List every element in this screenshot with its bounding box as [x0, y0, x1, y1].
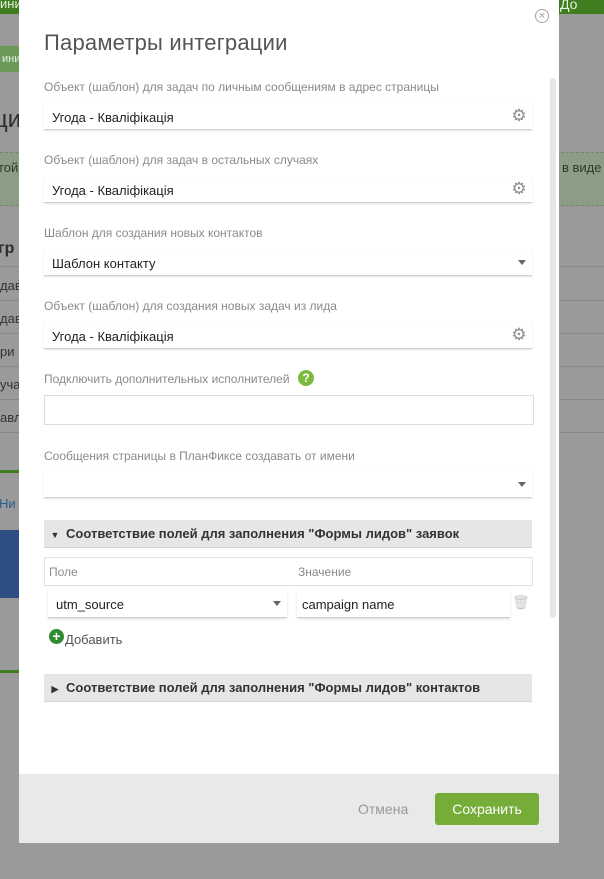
lead-tasks-template-label: Объект (шаблон) для создания новых задач… — [44, 299, 337, 313]
background-row-divider — [0, 399, 20, 400]
background-row-divider — [560, 300, 604, 301]
chevron-down-icon[interactable] — [518, 482, 526, 487]
add-mapping-button[interactable]: Добавить — [65, 632, 122, 647]
background-row-divider — [560, 266, 604, 267]
new-contacts-template-value: Шаблон контакту — [52, 256, 156, 271]
background-link: Ни — [0, 496, 16, 511]
background-heading: ци — [0, 106, 22, 133]
extra-executors-label: Подключить дополнительных исполнителей — [44, 372, 290, 386]
background-band-left-text: той — [0, 160, 19, 175]
save-button[interactable]: Сохранить — [435, 793, 539, 825]
triangle-down-icon: ▼ — [50, 530, 60, 540]
gear-icon[interactable]: ⚙ — [510, 107, 528, 125]
extra-executors-input[interactable] — [44, 395, 534, 425]
other-cases-template-label: Объект (шаблон) для задач в остальных сл… — [44, 153, 319, 167]
help-icon[interactable]: ? — [298, 370, 314, 386]
background-row-divider — [560, 399, 604, 400]
column-header-field: Поле — [49, 565, 78, 579]
background-row-divider — [560, 333, 604, 334]
close-icon[interactable]: × — [535, 9, 549, 23]
background-row-divider — [0, 432, 20, 433]
dialog-scrollbar[interactable] — [550, 78, 556, 618]
tasks-mapping-section-title: Соответствие полей для заполнения "Формы… — [66, 526, 460, 541]
trash-icon[interactable]: 🗑 — [512, 594, 530, 610]
background-green-divider — [0, 470, 20, 473]
background-green-divider — [0, 670, 20, 673]
integration-settings-dialog: × Параметры интеграции Объект (шаблон) д… — [19, 0, 559, 843]
other-cases-template-field[interactable]: Угода - Кваліфікація ⚙ — [44, 177, 532, 203]
background-row-divider — [0, 266, 20, 267]
personal-messages-template-label: Объект (шаблон) для задач по личным сооб… — [44, 80, 439, 94]
sender-select[interactable] — [44, 472, 532, 498]
background-row-divider — [0, 333, 20, 334]
gear-icon[interactable]: ⚙ — [510, 326, 528, 344]
contacts-mapping-section-header[interactable]: ▶ Соответствие полей для заполнения "Форм… — [44, 674, 532, 702]
column-header-value: Значение — [298, 565, 352, 579]
background-blue-block — [0, 530, 20, 598]
background-row-divider — [560, 366, 604, 367]
personal-messages-template-value: Угода - Кваліфікація — [52, 110, 174, 125]
add-icon[interactable]: + — [49, 629, 64, 644]
dialog-title: Параметры интеграции — [44, 30, 288, 55]
mapping-table-header: Поле Значение — [44, 557, 533, 586]
background-top-right-text: До — [560, 0, 578, 12]
sender-label: Сообщения страницы в ПланФиксе создавать… — [44, 449, 355, 463]
background-row-divider — [560, 432, 604, 433]
other-cases-template-value: Угода - Кваліфікація — [52, 183, 174, 198]
tasks-mapping-section-header[interactable]: ▼ Соответствие полей для заполнения "Форм… — [44, 520, 532, 548]
mapping-value-text: campaign name — [302, 597, 395, 612]
background-column-head: гр — [0, 240, 15, 257]
chevron-down-icon[interactable] — [518, 260, 526, 265]
lead-tasks-template-value: Угода - Кваліфікація — [52, 329, 174, 344]
new-contacts-template-label: Шаблон для создания новых контактов — [44, 226, 263, 240]
dialog-footer: Отмена Сохранить — [19, 774, 559, 843]
lead-tasks-template-field[interactable]: Угода - Кваліфікація ⚙ — [44, 323, 532, 349]
mapping-field-select[interactable]: utm_source — [48, 591, 287, 618]
mapping-value-input[interactable]: campaign name — [297, 591, 510, 618]
background-band-right-text: в виде — [562, 160, 602, 175]
triangle-right-icon: ▶ — [51, 684, 59, 694]
cancel-button[interactable]: Отмена — [358, 801, 408, 817]
background-row-divider — [0, 300, 20, 301]
personal-messages-template-field[interactable]: Угода - Кваліфікація ⚙ — [44, 104, 532, 130]
chevron-down-icon[interactable] — [273, 601, 281, 606]
contacts-mapping-section-title: Соответствие полей для заполнения "Формы… — [66, 680, 481, 695]
new-contacts-template-select[interactable]: Шаблон контакту — [44, 250, 532, 276]
mapping-field-value: utm_source — [56, 597, 124, 612]
gear-icon[interactable]: ⚙ — [510, 180, 528, 198]
background-row-divider — [0, 366, 20, 367]
